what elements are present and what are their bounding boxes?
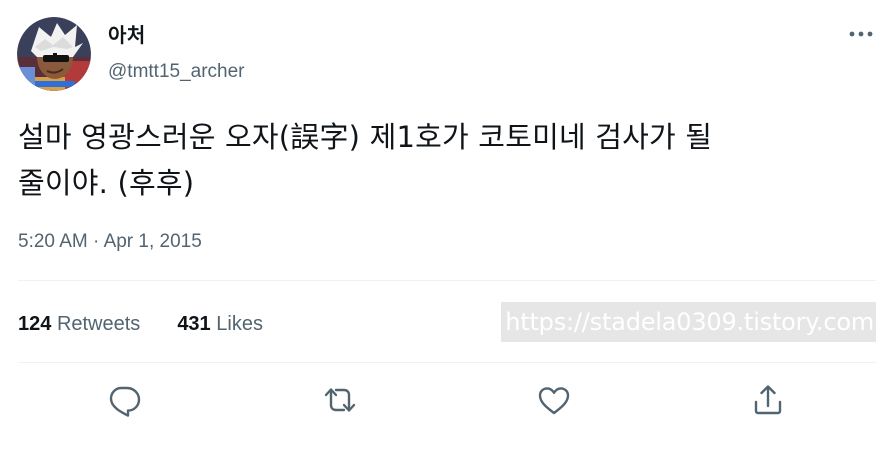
retweets-label: Retweets [56, 313, 141, 335]
likes-stat[interactable]: 431 Likes [177, 310, 263, 338]
author-block: 아처 @tmtt15_archer [108, 22, 245, 84]
share-button[interactable] [748, 380, 788, 420]
heart-icon [538, 387, 570, 415]
more-horizontal-icon [849, 31, 873, 37]
retweets-count: 124 [18, 313, 52, 335]
watermark: https://stadela0309.tistory.com [501, 302, 876, 342]
engagement-stats: 124 Retweets 431 Likes [18, 310, 263, 338]
reply-icon [109, 386, 141, 417]
tweet-text: 설마 영광스러운 오자(誤字) 제1호가 코토미네 검사가 될 줄이야. (후후… [18, 114, 878, 206]
display-name[interactable]: 아처 [108, 22, 245, 48]
tweet-timestamp: 5:20 AM · Apr 1, 2015 [18, 229, 202, 255]
divider [18, 362, 876, 363]
retweet-button[interactable] [320, 380, 360, 420]
likes-count: 431 [177, 313, 211, 335]
likes-label: Likes [216, 313, 263, 335]
more-button[interactable] [846, 24, 878, 44]
share-icon [754, 385, 782, 415]
reply-button[interactable] [104, 380, 144, 420]
user-handle[interactable]: @tmtt15_archer [108, 60, 245, 84]
tweet-card: 아처 @tmtt15_archer 설마 영광스러운 오자(誤字) 제1호가 코… [0, 0, 894, 454]
avatar[interactable] [17, 17, 91, 91]
avatar-image [17, 17, 91, 91]
tweet-text-line: 줄이야. (후후) [18, 166, 195, 200]
like-button[interactable] [534, 380, 574, 420]
tweet-date[interactable]: Apr 1, 2015 [104, 231, 202, 252]
retweet-icon [324, 388, 356, 412]
retweets-stat[interactable]: 124 Retweets [18, 310, 140, 338]
divider [18, 280, 876, 281]
tweet-time[interactable]: 5:20 AM [18, 231, 88, 252]
timestamp-separator: · [87, 231, 104, 252]
tweet-text-line: 설마 영광스러운 오자(誤字) 제1호가 코토미네 검사가 될 [18, 120, 713, 154]
